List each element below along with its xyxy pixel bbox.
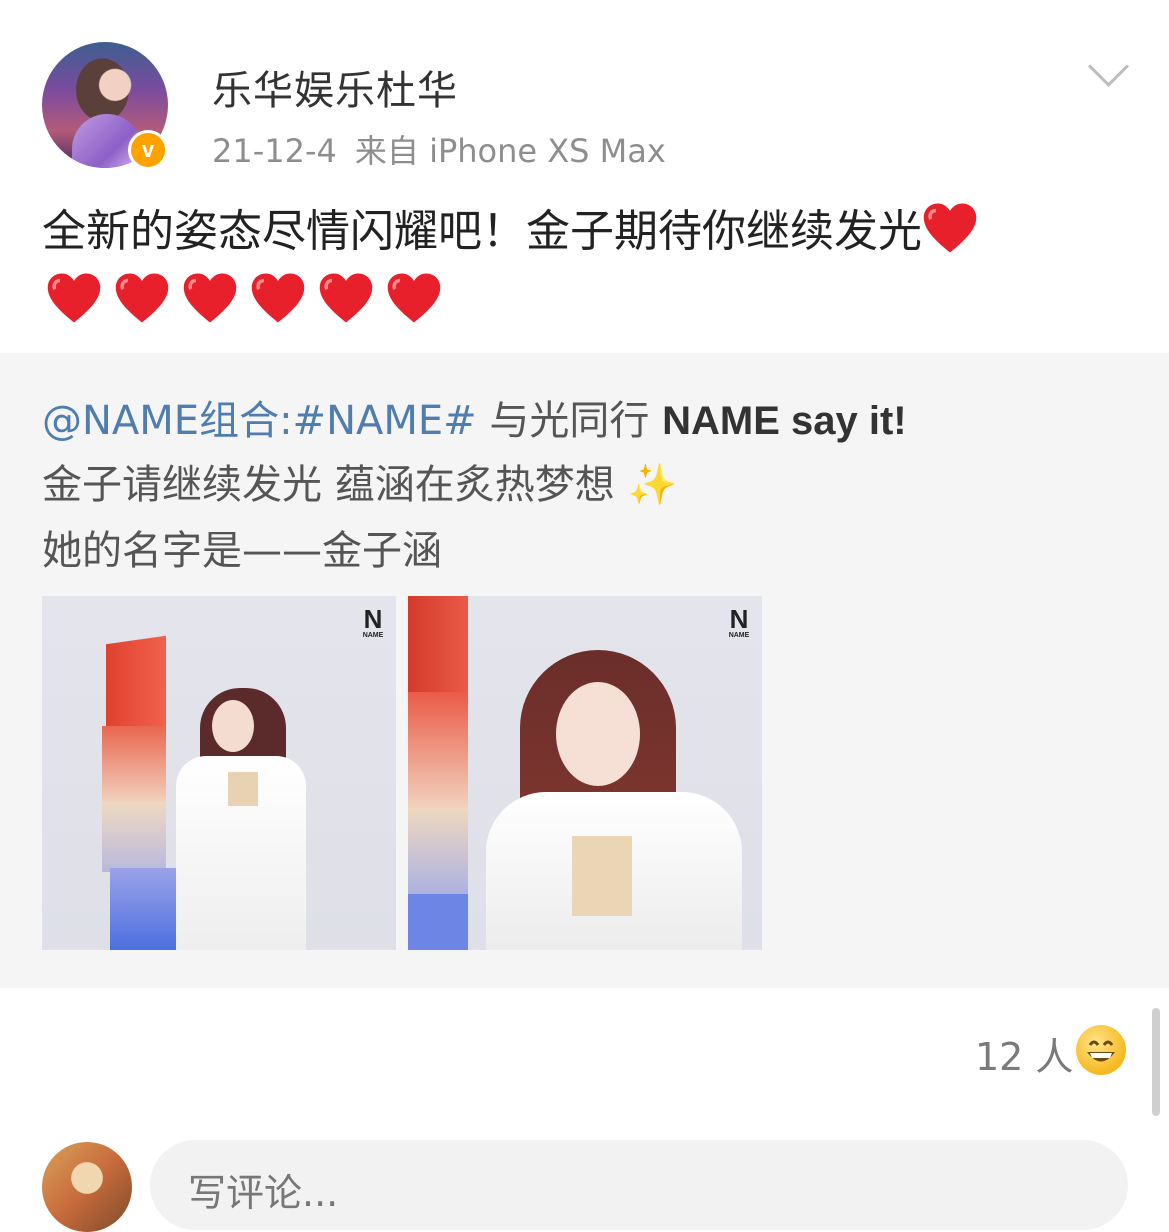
post-body: 全新的姿态尽情闪耀吧！金子期待你继续发光 xyxy=(42,206,922,257)
sparkles-icon: ✨ xyxy=(627,462,678,508)
repost-text: 金子请继续发光 蕴涵在炙热梦想 xyxy=(42,462,615,508)
letter-block xyxy=(408,692,468,812)
name-logo: N NAME xyxy=(360,606,386,639)
logo-text: NAME xyxy=(728,632,750,639)
heart-icon xyxy=(183,273,237,323)
repost-line-2: 金子请继续发光 蕴涵在炙热梦想 ✨ xyxy=(42,452,677,510)
logo-text: NAME xyxy=(362,632,384,639)
post-source: 来自 iPhone XS Max xyxy=(354,132,666,170)
post-header: v 乐华娱乐杜华 21-12-4 来自 iPhone XS Max xyxy=(0,0,1169,190)
model-face xyxy=(212,700,254,752)
comment-input[interactable]: 写评论... xyxy=(150,1140,1128,1230)
repost-text: 与光同行 xyxy=(476,398,663,444)
letter-block xyxy=(408,894,468,950)
current-user-avatar[interactable] xyxy=(42,1142,132,1232)
repost-line-1: @NAME组合:#NAME# 与光同行 NAME say it! xyxy=(42,388,907,446)
repost-line-3: 她的名字是——金子涵 xyxy=(42,528,442,574)
grinning-face-icon[interactable] xyxy=(1076,1025,1126,1075)
letter-block xyxy=(102,802,166,872)
model-top xyxy=(572,836,632,916)
heart-icon xyxy=(923,203,977,253)
post-image-1[interactable]: N NAME xyxy=(42,596,396,950)
letter-block xyxy=(106,635,166,735)
verified-badge-icon: v xyxy=(128,130,168,170)
heart-icon xyxy=(387,273,441,323)
post-date: 21-12-4 xyxy=(212,132,337,170)
model-face xyxy=(556,682,640,786)
letter-block xyxy=(408,808,468,898)
hashtag-link[interactable]: #NAME# xyxy=(293,398,477,444)
repost-slogan: NAME say it! xyxy=(662,399,907,443)
heart-icon xyxy=(47,273,101,323)
chevron-down-icon[interactable] xyxy=(1087,45,1130,88)
author-name[interactable]: 乐华娱乐杜华 xyxy=(212,58,458,116)
post-text: 全新的姿态尽情闪耀吧！金子期待你继续发光 xyxy=(42,200,1132,264)
logo-letter: N xyxy=(363,604,383,634)
letter-block xyxy=(110,868,180,950)
scrollbar[interactable] xyxy=(1152,1008,1160,1116)
logo-letter: N xyxy=(729,604,749,634)
post-image-2[interactable]: N NAME xyxy=(408,596,762,950)
letter-block xyxy=(102,726,166,806)
heart-row xyxy=(46,270,442,330)
grinning-face-icon xyxy=(1087,1040,1115,1062)
heart-icon xyxy=(251,273,305,323)
heart-icon xyxy=(115,273,169,323)
model-top xyxy=(228,772,258,806)
reaction-count[interactable]: 12 人 xyxy=(975,1026,1073,1081)
mention-link[interactable]: @NAME组合: xyxy=(42,398,293,444)
letter-block xyxy=(408,596,468,696)
post-meta: 21-12-4 来自 iPhone XS Max xyxy=(212,126,666,172)
heart-icon xyxy=(319,273,373,323)
name-logo: N NAME xyxy=(726,606,752,639)
